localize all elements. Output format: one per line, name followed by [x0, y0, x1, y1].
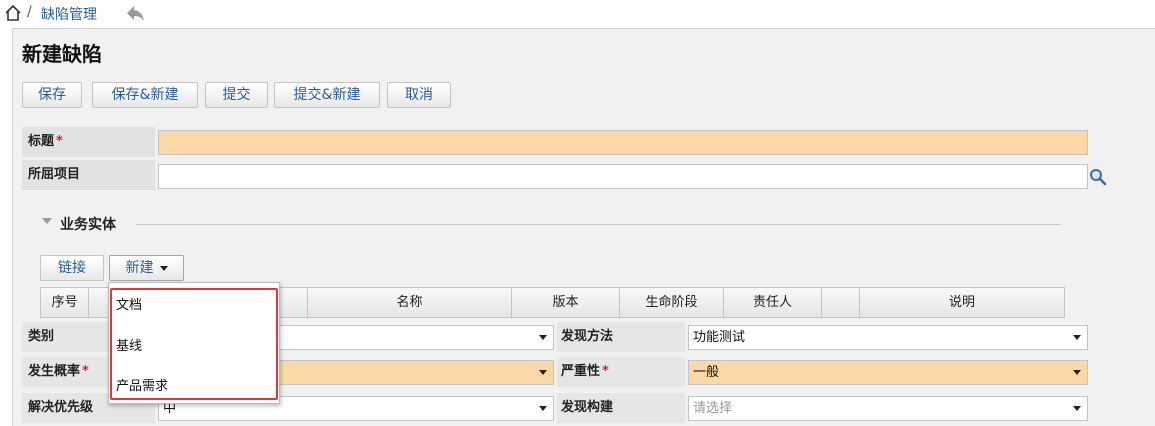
home-icon[interactable]	[4, 4, 22, 22]
breadcrumb-bar: / 缺陷管理	[0, 0, 1155, 28]
chevron-down-icon	[1073, 406, 1081, 411]
link-entity-button[interactable]: 链接	[40, 255, 104, 281]
build-placeholder: 请选择	[693, 401, 733, 416]
severity-select[interactable]: 一般	[688, 360, 1088, 385]
chevron-down-icon	[1073, 370, 1081, 375]
project-label-text: 所屈项目	[28, 167, 81, 182]
section-divider	[136, 224, 1060, 225]
submit-and-new-button[interactable]: 提交&新建	[274, 82, 380, 108]
collapse-toggle-icon[interactable]	[42, 218, 52, 224]
discover-method-select[interactable]: 功能测试	[688, 325, 1088, 350]
dropdown-item-document[interactable]: 文档	[116, 294, 142, 313]
title-field-label: 标题 *	[22, 127, 155, 157]
probability-label-text: 发生概率	[28, 364, 81, 379]
save-button[interactable]: 保存	[22, 82, 82, 108]
required-mark: *	[56, 134, 63, 149]
breadcrumb-link-defect-management[interactable]: 缺陷管理	[41, 4, 97, 24]
back-icon[interactable]	[124, 3, 146, 23]
submit-button[interactable]: 提交	[205, 82, 268, 108]
chevron-down-icon	[539, 406, 547, 411]
column-header-blank-2	[822, 288, 860, 317]
title-label-text: 标题	[28, 134, 55, 149]
caret-down-icon	[159, 265, 168, 271]
page-title: 新建缺陷	[22, 42, 102, 66]
save-and-new-button[interactable]: 保存&新建	[92, 82, 198, 108]
required-mark: *	[602, 364, 609, 379]
discover-method-value: 功能测试	[693, 330, 746, 345]
business-entity-section-header: 业务实体	[40, 214, 1060, 234]
project-field-label: 所屈项目	[22, 160, 155, 190]
chevron-down-icon	[539, 335, 547, 340]
build-select[interactable]: 请选择	[688, 396, 1088, 421]
cancel-button[interactable]: 取消	[387, 82, 451, 108]
severity-value: 一般	[693, 365, 720, 380]
column-header-index: 序号	[41, 288, 89, 317]
column-header-version: 版本	[512, 288, 620, 317]
breadcrumb-separator: /	[27, 4, 32, 20]
chevron-down-icon	[1073, 335, 1081, 340]
severity-label-text: 严重性	[561, 364, 601, 379]
column-header-owner: 责任人	[724, 288, 822, 317]
build-label: 发现构建	[557, 393, 685, 423]
new-entity-dropdown-button[interactable]: 新建	[109, 255, 184, 281]
chevron-down-icon	[539, 370, 547, 375]
title-input[interactable]	[158, 130, 1088, 155]
column-header-description: 说明	[948, 295, 975, 310]
severity-label: 严重性 *	[557, 357, 685, 387]
new-entity-label: 新建	[125, 260, 154, 276]
column-header-lifecycle: 生命阶段	[620, 288, 724, 317]
discover-method-label: 发现方法	[557, 322, 685, 352]
project-input[interactable]	[158, 164, 1088, 189]
required-mark: *	[82, 364, 89, 379]
dropdown-item-baseline[interactable]: 基线	[116, 335, 142, 354]
search-icon[interactable]	[1089, 168, 1107, 186]
section-title: 业务实体	[60, 217, 116, 233]
column-header-name: 名称	[308, 288, 512, 317]
dropdown-item-product-requirement[interactable]: 产品需求	[116, 375, 168, 394]
